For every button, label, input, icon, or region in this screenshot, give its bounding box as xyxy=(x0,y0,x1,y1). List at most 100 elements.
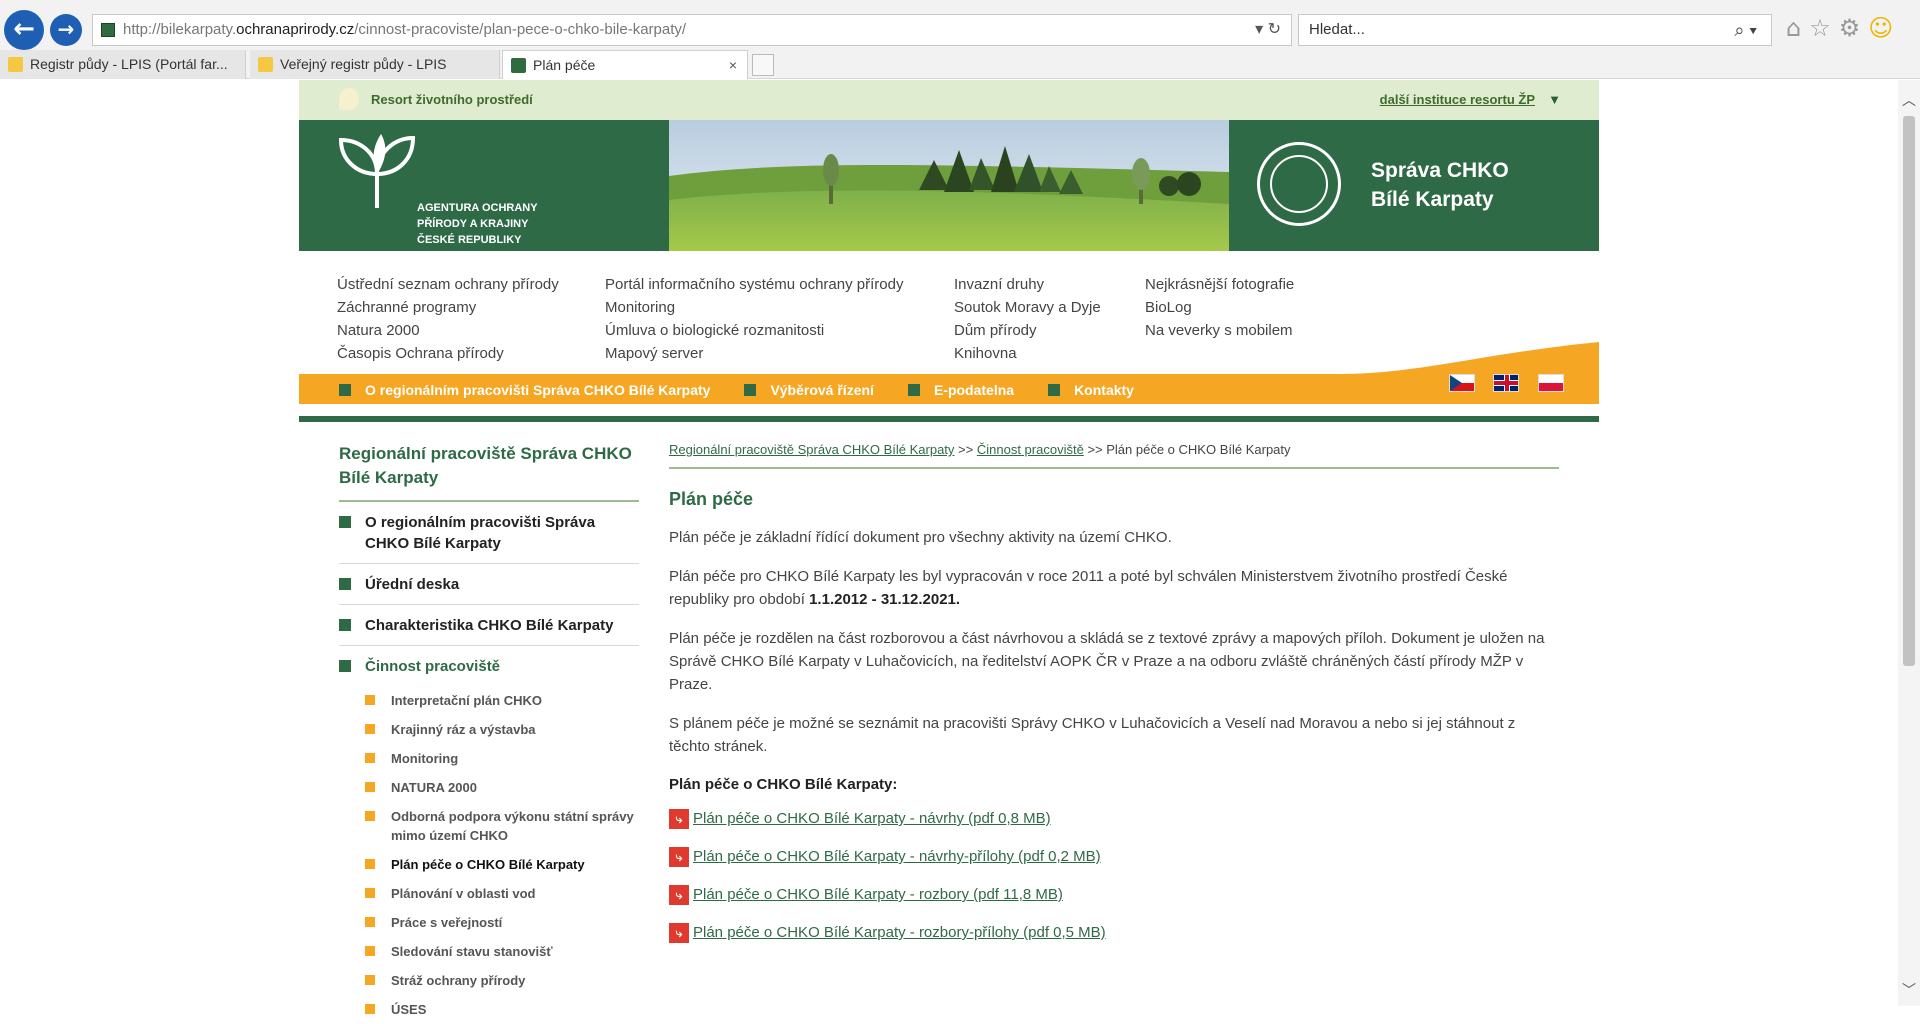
tab-label: Registr půdy - LPIS (Portál far... xyxy=(30,56,228,72)
breadcrumb: Regionální pracoviště Správa CHKO Bílé K… xyxy=(669,442,1559,469)
sidebar-subitem-sledovani-stanovist[interactable]: Sledování stavu stanovišť xyxy=(339,937,639,966)
favorites-star-icon[interactable]: ☆ xyxy=(1809,14,1839,42)
sidebar-title[interactable]: Regionální pracoviště Správa CHKO Bílé K… xyxy=(339,442,639,502)
sub-bullet-icon xyxy=(365,724,375,734)
sidebar-subitem-prace-s-verejnosti[interactable]: Práce s veřejností xyxy=(339,908,639,937)
link-soutok[interactable]: Soutok Moravy a Dyje xyxy=(954,296,1101,319)
sidebar-subitem-plan-pece[interactable]: Plán péče o CHKO Bílé Karpaty xyxy=(339,850,639,879)
search-input[interactable]: Hledat... ⌕ ▾ xyxy=(1298,14,1772,46)
subitem-label: NATURA 2000 xyxy=(391,780,477,795)
settings-gear-icon[interactable]: ⚙ xyxy=(1839,14,1869,42)
aopk-logo-leaf-icon xyxy=(338,134,416,208)
link-zachranne-programy[interactable]: Záchranné programy xyxy=(337,296,559,319)
download-label: Plán péče o CHKO Bílé Karpaty - návrhy-p… xyxy=(693,848,1101,865)
menu-label: Výběrová řízení xyxy=(770,382,874,398)
subitem-label: ÚSES xyxy=(391,1002,427,1017)
resort-label[interactable]: Resort životního prostředí xyxy=(371,92,533,107)
link-biolog[interactable]: BioLog xyxy=(1145,296,1294,319)
sub-bullet-icon xyxy=(365,753,375,763)
logo-text-line: PŘÍRODY A KRAJINY xyxy=(417,218,529,230)
tab-plan-pece[interactable]: Plán péče × xyxy=(502,50,748,79)
subitem-label: Krajinný ráz a výstavba xyxy=(391,722,536,737)
sidebar-subitem-uses[interactable]: ÚSES xyxy=(339,995,639,1024)
sidebar-item-label: O regionálním pracovišti Správa CHKO Bíl… xyxy=(365,514,596,552)
sidebar-item-cinnost[interactable]: Činnost pracoviště xyxy=(339,646,639,686)
aopk-logo[interactable]: AGENTURA OCHRANY PŘÍRODY A KRAJINY ČESKÉ… xyxy=(329,130,569,246)
forward-button[interactable]: → xyxy=(50,14,82,46)
menu-item-e-podatelna[interactable]: E-podatelna xyxy=(907,382,1014,398)
toolbar-icons: ⌂☆⚙☺ xyxy=(1786,14,1901,42)
url-domain: ochranaprirody.cz xyxy=(236,21,355,38)
search-icon[interactable]: ⌕ ▾ xyxy=(1734,15,1757,45)
sidebar-subitem-natura[interactable]: NATURA 2000 xyxy=(339,773,639,802)
home-icon[interactable]: ⌂ xyxy=(1786,14,1809,42)
link-natura-2000[interactable]: Natura 2000 xyxy=(337,319,559,342)
download-label: Plán péče o CHKO Bílé Karpaty - rozbory … xyxy=(693,886,1063,903)
scroll-down-icon[interactable]: ﹀ xyxy=(1898,980,1920,1000)
language-flags xyxy=(1449,374,1578,397)
sidebar-bullet-icon xyxy=(339,516,351,528)
refresh-icon[interactable]: ▾ ↻ xyxy=(1255,15,1281,45)
feedback-smiley-icon[interactable]: ☺ xyxy=(1868,14,1901,42)
sidebar-subitem-interpretacni[interactable]: Interpretační plán CHKO xyxy=(339,686,639,715)
sidebar-subitem-straz[interactable]: Stráž ochrany přírody xyxy=(339,966,639,995)
download-link-navrhy[interactable]: ⤷ Plán péče o CHKO Bílé Karpaty - návrhy … xyxy=(669,807,1559,831)
download-link-navrhy-prilohy[interactable]: ⤷ Plán péče o CHKO Bílé Karpaty - návrhy-… xyxy=(669,845,1559,869)
menu-item-kontakty[interactable]: Kontakty xyxy=(1048,382,1134,398)
vertical-scrollbar[interactable]: ︿ ﹀ xyxy=(1898,80,1920,1006)
scrollbar-thumb[interactable] xyxy=(1903,116,1915,666)
download-link-rozbory-prilohy[interactable]: ⤷ Plán péče o CHKO Bílé Karpaty - rozbory… xyxy=(669,921,1559,945)
paragraph-2: Plán péče pro CHKO Bílé Karpaty les byl … xyxy=(669,565,1559,611)
address-bar[interactable]: http://bilekarpaty.ochranaprirody.cz/cin… xyxy=(92,14,1292,46)
tab-favicon-icon xyxy=(258,57,273,72)
breadcrumb-link-cinnost[interactable]: Činnost pracoviště xyxy=(977,442,1084,457)
link-dum-prirody[interactable]: Dům přírody xyxy=(954,319,1101,342)
sub-bullet-icon xyxy=(365,946,375,956)
org-title: Správa CHKO Bílé Karpaty xyxy=(1371,156,1509,214)
other-institutions-link[interactable]: další instituce resortu ŽP xyxy=(1380,92,1535,107)
menu-item-vyberova-rizeni[interactable]: Výběrová řízení xyxy=(744,382,874,398)
breadcrumb-separator: >> xyxy=(958,442,974,457)
sidebar-item-charakteristika[interactable]: Charakteristika CHKO Bílé Karpaty xyxy=(339,605,639,646)
download-link-rozbory[interactable]: ⤷ Plán péče o CHKO Bílé Karpaty - rozbory… xyxy=(669,883,1559,907)
sidebar-subitem-odborna-podpora[interactable]: Odborná podpora výkonu státní správy mim… xyxy=(339,802,639,850)
breadcrumb-separator: >> xyxy=(1087,442,1103,457)
polish-flag-icon[interactable] xyxy=(1537,374,1564,392)
browser-toolbar: ← → http://bilekarpaty.ochranaprirody.cz… xyxy=(0,0,1920,79)
sidebar-item-label: Charakteristika CHKO Bílé Karpaty xyxy=(365,617,614,634)
tab-label: Plán péče xyxy=(533,57,596,73)
tab-registr-lpis-portal[interactable]: Registr půdy - LPIS (Portál far... xyxy=(0,50,246,79)
header-banner: AGENTURA OCHRANY PŘÍRODY A KRAJINY ČESKÉ… xyxy=(299,120,1599,251)
sidebar-subitem-planovani-vod[interactable]: Plánování v oblasti vod xyxy=(339,879,639,908)
new-tab-button[interactable] xyxy=(752,54,774,76)
scroll-up-icon[interactable]: ︿ xyxy=(1898,90,1920,110)
sidebar-item-uredni-deska[interactable]: Úřední deska xyxy=(339,564,639,605)
breadcrumb-link-pracoviste[interactable]: Regionální pracoviště Správa CHKO Bílé K… xyxy=(669,442,954,457)
org-title-line: Bílé Karpaty xyxy=(1371,188,1494,211)
close-tab-icon[interactable]: × xyxy=(729,51,737,80)
subitem-label: Interpretační plán CHKO xyxy=(391,693,542,708)
triangle-down-icon[interactable]: ▼ xyxy=(1548,92,1561,107)
link-invazni-druhy[interactable]: Invazní druhy xyxy=(954,273,1101,296)
pdf-icon: ⤷ xyxy=(669,847,689,867)
link-veverky[interactable]: Na veverky s mobilem xyxy=(1145,319,1294,342)
link-monitoring[interactable]: Monitoring xyxy=(605,296,903,319)
back-button[interactable]: ← xyxy=(4,10,44,50)
link-ustredni-seznam[interactable]: Ústřední seznam ochrany přírody xyxy=(337,273,559,296)
link-fotografie[interactable]: Nejkrásnější fotografie xyxy=(1145,273,1294,296)
link-portal-isop[interactable]: Portál informačního systému ochrany přír… xyxy=(605,273,903,296)
tab-verejny-registr-lpis[interactable]: Veřejný registr půdy - LPIS xyxy=(250,50,500,79)
sidebar-subitem-krajinny-raz[interactable]: Krajinný ráz a výstavba xyxy=(339,715,639,744)
paragraph-2-text: Plán péče pro CHKO Bílé Karpaty les byl … xyxy=(669,568,1508,608)
menu-item-o-pracovisti[interactable]: O regionálním pracovišti Správa CHKO Bíl… xyxy=(339,382,710,398)
sidebar-item-o-pracovisti[interactable]: O regionálním pracovišti Správa CHKO Bíl… xyxy=(339,502,639,564)
pdf-icon: ⤷ xyxy=(669,809,689,829)
sidebar-subitem-monitoring[interactable]: Monitoring xyxy=(339,744,639,773)
link-umluva[interactable]: Úmluva o biologické rozmanitosti xyxy=(605,319,903,342)
uk-flag-icon[interactable] xyxy=(1493,374,1520,392)
downloads-heading: Plán péče o CHKO Bílé Karpaty: xyxy=(669,776,898,793)
czech-flag-icon[interactable] xyxy=(1449,374,1475,392)
pdf-icon: ⤷ xyxy=(669,923,689,943)
menu-bullet-icon xyxy=(1048,384,1061,396)
download-label: Plán péče o CHKO Bílé Karpaty - návrhy (… xyxy=(693,810,1051,827)
